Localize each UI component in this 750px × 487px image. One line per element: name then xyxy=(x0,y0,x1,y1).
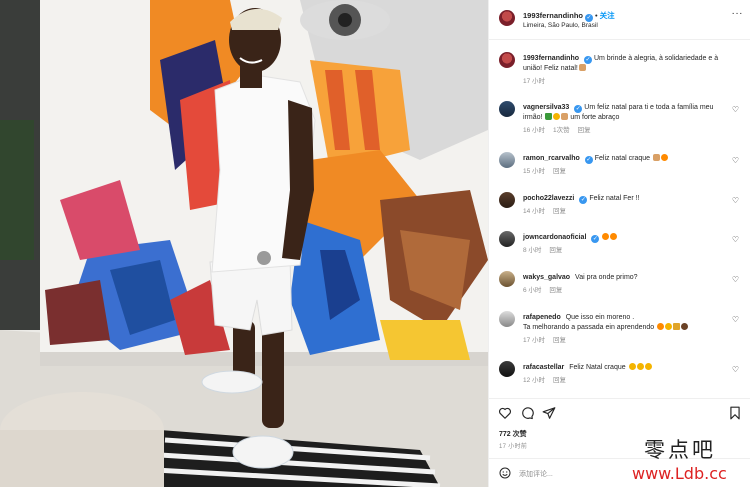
verified-icon: ✓ xyxy=(579,196,588,204)
share-icon[interactable] xyxy=(542,406,556,420)
avatar[interactable] xyxy=(499,311,515,327)
emoji-icon xyxy=(665,323,673,330)
comment-username[interactable]: jowncardonaoficial xyxy=(523,234,586,241)
heart-icon[interactable]: ♡ xyxy=(732,365,739,374)
comment-text: Feliz natal craque xyxy=(594,155,651,162)
heart-icon[interactable]: ♡ xyxy=(732,315,739,324)
comment-time: 16 小时 xyxy=(523,127,546,134)
heart-icon[interactable]: ♡ xyxy=(732,105,739,114)
heart-icon[interactable]: ♡ xyxy=(732,235,739,244)
comment-username[interactable]: wakys_galvao xyxy=(523,274,570,281)
reply-button[interactable]: 回复 xyxy=(578,127,591,134)
avatar[interactable] xyxy=(499,152,515,168)
comment-text: Feliz natal Fer !! xyxy=(589,195,640,202)
watermark: 零点吧 www.Ldb.cc xyxy=(632,434,750,487)
comment-username[interactable]: vagnersilva33 xyxy=(523,104,569,111)
avatar[interactable] xyxy=(499,101,515,117)
reply-button[interactable]: 回复 xyxy=(549,287,562,294)
emoji-icon xyxy=(610,233,618,240)
post-side-panel: 1993fernandinho ✓ • 关注 Limeira, São Paulo, … xyxy=(488,0,750,487)
reply-button[interactable]: 回复 xyxy=(553,208,566,215)
dot-separator: • xyxy=(595,11,598,20)
header-user-line: 1993fernandinho ✓ • 关注 xyxy=(523,10,615,22)
watermark-chinese: 零点吧 xyxy=(644,438,716,462)
comment-username[interactable]: pocho22lavezzi xyxy=(523,195,574,202)
emoji-icon xyxy=(602,233,610,240)
heart-icon[interactable]: ♡ xyxy=(732,196,739,205)
avatar[interactable] xyxy=(499,231,515,247)
comment-text-continued: Ta melhorando a passada ein aprendendo xyxy=(523,324,655,331)
emoji-icon xyxy=(681,323,689,330)
emoji-icon xyxy=(578,64,586,71)
reply-button[interactable]: 回复 xyxy=(549,247,562,254)
avatar[interactable] xyxy=(499,52,515,68)
photo-illustration xyxy=(0,0,488,487)
comment-time: 8 小时 xyxy=(523,247,542,254)
caption-time: 17 小时 xyxy=(523,78,546,85)
avatar[interactable] xyxy=(499,361,515,377)
comment-likes[interactable]: 1次赞 xyxy=(553,127,570,134)
comment-time: 17 小时 xyxy=(523,337,546,344)
comment-time: 6 小时 xyxy=(523,287,542,294)
smile-icon[interactable] xyxy=(499,467,511,479)
comment-username[interactable]: rafapenedo xyxy=(523,314,561,321)
heart-icon[interactable]: ♡ xyxy=(732,156,739,165)
verified-icon: ✓ xyxy=(574,105,583,113)
more-icon[interactable]: ··· xyxy=(732,9,744,19)
emoji-icon xyxy=(652,154,660,161)
reply-button[interactable]: 回复 xyxy=(553,168,566,175)
comment-icon[interactable] xyxy=(520,406,534,420)
watermark-url: www.Ldb.cc xyxy=(632,464,727,483)
heart-icon[interactable] xyxy=(498,406,512,420)
header-username[interactable]: 1993fernandinho xyxy=(523,11,583,20)
verified-icon: ✓ xyxy=(591,235,600,243)
emoji-icon xyxy=(545,113,553,120)
comment-time: 12 小时 xyxy=(523,377,546,384)
comment-text: Que isso ein moreno . xyxy=(565,314,635,321)
comment-time: 14 小时 xyxy=(523,208,546,215)
verified-icon: ✓ xyxy=(584,156,593,164)
post-header: 1993fernandinho ✓ • 关注 Limeira, São Paulo, … xyxy=(489,0,750,40)
comment-text: Feliz Natal craque xyxy=(569,364,626,371)
reply-button[interactable]: 回复 xyxy=(553,377,566,384)
comment-input[interactable]: 添加评论... xyxy=(519,469,553,479)
comment-time: 15 小时 xyxy=(523,168,546,175)
heart-icon[interactable]: ♡ xyxy=(732,275,739,284)
caption-username[interactable]: 1993fernandinho xyxy=(523,55,579,62)
verified-icon: ✓ xyxy=(584,56,593,64)
avatar[interactable] xyxy=(499,192,515,208)
location[interactable]: Limeira, São Paulo, Brasil xyxy=(523,22,598,29)
post-photo xyxy=(0,0,488,487)
emoji-icon xyxy=(561,113,569,120)
emoji-icon xyxy=(636,363,644,370)
emoji-icon xyxy=(673,323,681,330)
avatar[interactable] xyxy=(499,271,515,287)
emoji-icon xyxy=(628,363,636,370)
reply-button[interactable]: 回复 xyxy=(553,337,566,344)
emoji-icon xyxy=(553,113,561,120)
comment-text: Vai pra onde primo? xyxy=(575,274,638,281)
comments-list[interactable]: 1993fernandinho ✓ Um brinde à alegria, à … xyxy=(489,40,750,398)
comment-username[interactable]: ramon_rcarvalho xyxy=(523,155,580,162)
emoji-icon xyxy=(644,363,652,370)
like-count[interactable]: 772 次赞 xyxy=(499,429,527,439)
avatar[interactable] xyxy=(499,10,515,26)
emoji-icon xyxy=(657,323,665,330)
verified-icon: ✓ xyxy=(585,14,594,22)
comment-text-continued: um forte abraço xyxy=(570,114,620,121)
comment-username[interactable]: rafacastellar xyxy=(523,364,564,371)
post-time: 17 小时前 xyxy=(499,444,528,450)
follow-button[interactable]: 关注 xyxy=(600,11,615,20)
emoji-icon xyxy=(660,154,668,161)
bookmark-icon[interactable] xyxy=(728,406,742,420)
